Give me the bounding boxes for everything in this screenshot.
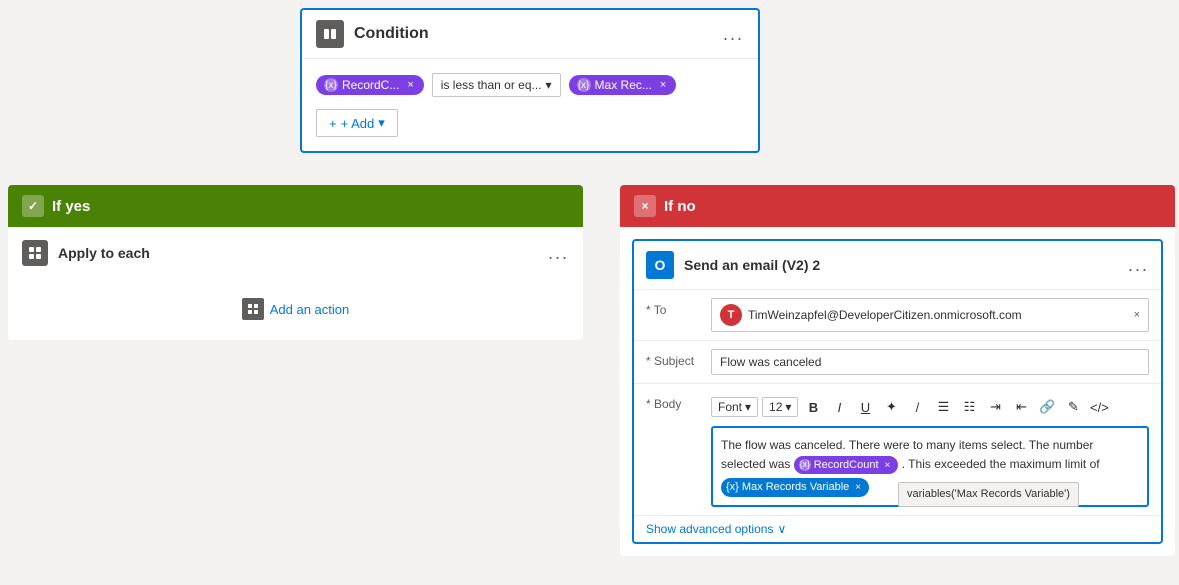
if-yes-header: ✓ If yes: [8, 185, 583, 227]
bold-button[interactable]: B: [802, 396, 824, 418]
body-label: * Body: [646, 392, 701, 411]
toolbar-row: Font ▾ 12 ▾ B I U ✦ / ☰ ☷: [711, 392, 1149, 422]
to-email-text: TimWeinzapfel@DeveloperCitizen.onmicroso…: [748, 308, 1128, 322]
font-size-select[interactable]: 12 ▾: [762, 397, 798, 417]
send-email-more-button[interactable]: ...: [1128, 255, 1149, 276]
body-token2-close[interactable]: ×: [855, 480, 861, 495]
link-button[interactable]: 🔗: [1036, 396, 1058, 418]
condition-operator-select[interactable]: is less than or eq... ▾: [432, 73, 561, 97]
italic-button[interactable]: I: [828, 396, 850, 418]
list2-button[interactable]: ☷: [958, 396, 980, 418]
indent2-button[interactable]: ⇤: [1010, 396, 1032, 418]
condition-more-button[interactable]: ...: [723, 24, 744, 45]
if-no-header: × If no: [620, 185, 1175, 227]
body-token2-icon: {x}: [726, 479, 739, 496]
subject-label: * Subject: [646, 349, 701, 368]
to-email-close[interactable]: ×: [1134, 309, 1140, 321]
record-count-body-token: {x} RecordCount ×: [794, 456, 899, 475]
x-icon: ×: [634, 195, 656, 217]
if-yes-label: If yes: [52, 198, 90, 215]
show-advanced-chevron-icon: ∨: [777, 522, 786, 536]
add-action-label: Add an action: [270, 302, 350, 317]
font-select[interactable]: Font ▾: [711, 397, 758, 417]
token-icon: {x}: [324, 78, 338, 92]
body-token2-label: Max Records Variable: [742, 479, 849, 496]
add-action-icon: [242, 298, 264, 320]
condition-icon: [316, 20, 344, 48]
send-email-title: Send an email (V2) 2: [684, 257, 820, 273]
to-label: * To: [646, 298, 701, 317]
subject-text: Flow was canceled: [720, 355, 821, 369]
max-records-body-token: {x} Max Records Variable ×: [721, 478, 869, 497]
condition-card-body: {x} RecordC... × is less than or eq... ▾…: [302, 59, 758, 151]
font-chevron-icon: ▾: [745, 400, 751, 414]
tooltip-box: variables('Max Records Variable'): [898, 482, 1079, 507]
send-email-header: O Send an email (V2) 2 ...: [634, 241, 1161, 290]
check-icon: ✓: [22, 195, 44, 217]
highlight-button[interactable]: ✦: [880, 396, 902, 418]
apply-header-left: Apply to each: [22, 240, 150, 266]
token1-close[interactable]: ×: [407, 79, 413, 91]
body-field: * Body Font ▾ 12 ▾ B I U: [634, 384, 1161, 516]
list1-button[interactable]: ☰: [932, 396, 954, 418]
condition-header-left: Condition: [316, 20, 429, 48]
canvas: Condition ... {x} RecordC... × is less t…: [0, 0, 1179, 585]
max-records-token: {x} Max Rec... ×: [569, 75, 677, 95]
if-no-label: If no: [664, 198, 696, 215]
send-email-header-left: O Send an email (V2) 2: [646, 251, 820, 279]
body-token-icon: {x}: [799, 459, 811, 471]
indent1-button[interactable]: ⇥: [984, 396, 1006, 418]
strikethrough-button[interactable]: /: [906, 396, 928, 418]
email-avatar: T: [720, 304, 742, 326]
subject-input[interactable]: Flow was canceled: [711, 349, 1149, 375]
record-count-token: {x} RecordC... ×: [316, 75, 424, 95]
add-label: + Add: [341, 116, 375, 131]
to-field-value: T TimWeinzapfel@DeveloperCitizen.onmicro…: [711, 298, 1149, 332]
token2-label: Max Rec...: [595, 78, 652, 92]
underline-button[interactable]: U: [854, 396, 876, 418]
apply-to-each-card: Apply to each ...: [8, 227, 583, 340]
show-advanced-label: Show advanced options: [646, 522, 773, 536]
font-size-chevron-icon: ▾: [785, 400, 791, 414]
font-label: Font: [718, 400, 742, 414]
outlook-icon: O: [646, 251, 674, 279]
apply-card-header: Apply to each ...: [8, 228, 583, 278]
add-icon: +: [329, 116, 337, 131]
font-size-label: 12: [769, 400, 782, 414]
to-field-box[interactable]: T TimWeinzapfel@DeveloperCitizen.onmicro…: [711, 298, 1149, 332]
if-yes-body: Apply to each ...: [8, 227, 583, 340]
operator-label: is less than or eq...: [441, 78, 542, 92]
add-action-button[interactable]: Add an action: [242, 298, 350, 320]
tooltip-text: variables('Max Records Variable'): [907, 488, 1070, 500]
token1-label: RecordC...: [342, 78, 399, 92]
apply-title: Apply to each: [58, 245, 150, 261]
if-yes-panel: ✓ If yes Apply: [8, 185, 583, 340]
add-chevron-icon: ▾: [378, 115, 385, 131]
body-text-after: . This exceeded the maximum limit of: [902, 457, 1100, 471]
send-email-card: O Send an email (V2) 2 ... * To T TimWei…: [632, 239, 1163, 544]
if-no-panel: × If no O Send an email (V2) 2 ... * To: [620, 185, 1175, 556]
chevron-down-icon: ▾: [546, 78, 552, 92]
token2-close[interactable]: ×: [660, 79, 666, 91]
subject-field-value[interactable]: Flow was canceled: [711, 349, 1149, 375]
code-button[interactable]: </>: [1088, 396, 1110, 418]
subject-field: * Subject Flow was canceled: [634, 341, 1161, 384]
add-condition-button[interactable]: + + Add ▾: [316, 109, 398, 137]
body-field-value: Font ▾ 12 ▾ B I U ✦ / ☰ ☷: [711, 392, 1149, 507]
condition-card-header: Condition ...: [302, 10, 758, 59]
body-content-area[interactable]: The flow was canceled. There were to man…: [711, 426, 1149, 507]
body-token1-close[interactable]: ×: [885, 458, 891, 473]
apply-more-button[interactable]: ...: [548, 243, 569, 264]
condition-row: {x} RecordC... × is less than or eq... ▾…: [316, 73, 744, 97]
apply-icon: [22, 240, 48, 266]
apply-body: Add an action: [8, 278, 583, 340]
show-advanced-options[interactable]: Show advanced options ∨: [634, 516, 1161, 542]
token-icon2: {x}: [577, 78, 591, 92]
to-field: * To T TimWeinzapfel@DeveloperCitizen.on…: [634, 290, 1161, 341]
condition-title: Condition: [354, 25, 429, 43]
body-token1-label: RecordCount: [814, 457, 879, 474]
condition-card: Condition ... {x} RecordC... × is less t…: [300, 8, 760, 153]
image-button[interactable]: ✎: [1062, 396, 1084, 418]
